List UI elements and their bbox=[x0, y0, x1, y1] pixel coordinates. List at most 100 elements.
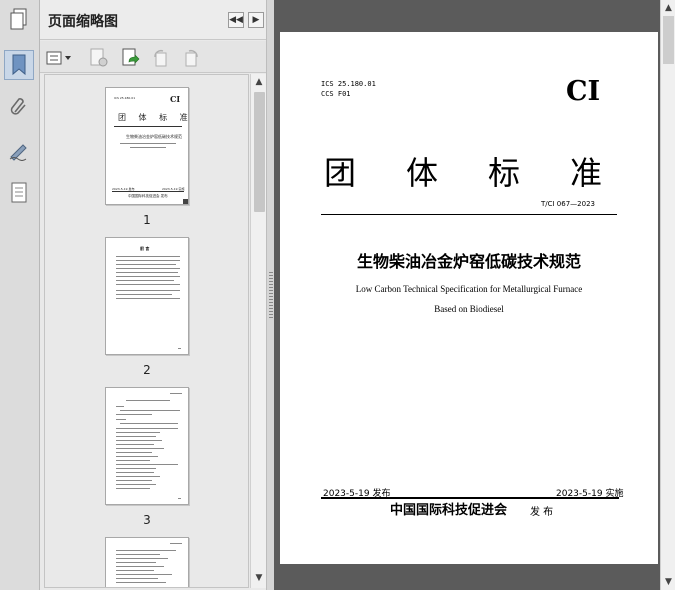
thumb3-line bbox=[116, 468, 156, 469]
issue-word: 发 布 bbox=[530, 507, 554, 518]
thumb3-line bbox=[116, 436, 156, 437]
page-number-label: 3 bbox=[143, 513, 151, 527]
thumb3-line bbox=[126, 400, 170, 401]
document-view: ICS 25.180.01 CCS F01 CI 团体标准 T/CI 067—2… bbox=[274, 0, 660, 590]
options-menu-button[interactable] bbox=[46, 47, 74, 69]
thumb3-line bbox=[116, 444, 154, 445]
delete-page-button[interactable] bbox=[88, 47, 110, 69]
thumb3-line bbox=[116, 476, 160, 477]
thumbnail-toolbar bbox=[40, 41, 271, 73]
standard-title-en-line1: Low Carbon Technical Specification for M… bbox=[355, 284, 583, 294]
thumb3-line bbox=[116, 488, 150, 489]
standard-title-cn: 生物柴油冶金炉窑低碳技术规范 bbox=[356, 252, 581, 271]
thumb2-line bbox=[116, 260, 180, 261]
thumb3-line bbox=[116, 432, 160, 433]
signature-pen-icon[interactable] bbox=[4, 136, 34, 166]
thumbnail-scrollbar[interactable]: ▲ ▼ bbox=[250, 74, 266, 588]
thumb1-title: 团 体 标 准 bbox=[118, 113, 189, 122]
ci-logo: CI bbox=[566, 76, 601, 107]
header-rule bbox=[321, 214, 617, 215]
standard-title-en-line2: Based on Biodiesel bbox=[434, 304, 504, 314]
thumb4-line bbox=[116, 574, 172, 575]
splitter-grip-icon[interactable] bbox=[269, 272, 273, 320]
rotate-left-icon bbox=[154, 49, 167, 67]
thumb2-line bbox=[116, 256, 180, 257]
options-list-icon bbox=[46, 51, 71, 65]
delete-page-icon bbox=[90, 48, 108, 67]
panel-splitter[interactable] bbox=[266, 0, 274, 590]
page-thumbnail-2[interactable]: 前 言 bbox=[105, 237, 189, 355]
thumb1-line bbox=[130, 147, 166, 148]
thumb3-line bbox=[116, 472, 154, 473]
thumb4-line bbox=[116, 562, 156, 563]
page-thumbnails-panel: 页面缩略图 ◀◀ ▶ ICS 25.180.01 CI 团 体 标 准 生物柴油… bbox=[40, 0, 271, 590]
attachment-paperclip-icon[interactable] bbox=[4, 92, 34, 122]
thumb3-line bbox=[116, 440, 162, 441]
document-page: ICS 25.180.01 CCS F01 CI 团体标准 T/CI 067—2… bbox=[280, 32, 658, 564]
insert-page-button[interactable] bbox=[120, 47, 142, 69]
thumb3-line bbox=[116, 460, 150, 461]
scrollbar-thumb[interactable] bbox=[254, 92, 265, 212]
thumb2-line bbox=[116, 280, 174, 281]
double-chevron-left-icon: ◀◀ bbox=[229, 15, 243, 25]
thumbnail-list: ICS 25.180.01 CI 团 体 标 准 生物柴油冶金炉窑低碳技术规范 … bbox=[44, 74, 249, 588]
rotate-left-button[interactable] bbox=[150, 47, 172, 69]
pages-panel-icon[interactable] bbox=[4, 4, 34, 34]
thumb4-line bbox=[116, 550, 176, 551]
thumb3-line bbox=[120, 423, 178, 424]
thumb3-line bbox=[116, 480, 152, 481]
doc-scroll-down-arrow-icon[interactable]: ▼ bbox=[661, 574, 675, 590]
thumb3-line bbox=[120, 410, 180, 411]
thumb4-line bbox=[116, 578, 158, 579]
thumb1-rule bbox=[114, 126, 182, 127]
thumb4-line bbox=[116, 558, 168, 559]
page-number-label: 1 bbox=[143, 213, 151, 227]
page-thumbnail-1[interactable]: ICS 25.180.01 CI 团 体 标 准 生物柴油冶金炉窑低碳技术规范 … bbox=[105, 87, 189, 205]
thumb3-line bbox=[116, 464, 178, 465]
document-type-title: 团体标准 bbox=[324, 154, 653, 192]
document-scrollbar[interactable]: ▲ ▼ bbox=[660, 0, 675, 590]
scroll-up-arrow-icon[interactable]: ▲ bbox=[251, 74, 267, 90]
standard-number: T/CI 067—2023 bbox=[541, 200, 595, 208]
thumb1-rule bbox=[112, 191, 184, 192]
navigation-rail bbox=[0, 0, 40, 590]
thumb1-subtitle: 生物柴油冶金炉窑低碳技术规范 bbox=[126, 134, 182, 139]
thumb3-line bbox=[116, 406, 124, 407]
scroll-down-arrow-icon[interactable]: ▼ bbox=[251, 570, 267, 586]
thumb3-line bbox=[170, 393, 182, 394]
thumb4-line bbox=[116, 554, 160, 555]
panel-title: 页面缩略图 bbox=[48, 14, 118, 30]
page-thumbnail-3[interactable] bbox=[105, 387, 189, 505]
thumb2-line bbox=[116, 276, 180, 277]
next-panel-button[interactable]: ▶ bbox=[248, 12, 264, 28]
page-content-icon[interactable] bbox=[4, 178, 34, 208]
thumb3-line bbox=[116, 428, 178, 429]
thumb1-ics: ICS 25.180.01 bbox=[114, 96, 136, 100]
page-thumbnail-4[interactable] bbox=[105, 537, 189, 587]
collapse-panel-button[interactable]: ◀◀ bbox=[228, 12, 244, 28]
page-number-label: 2 bbox=[143, 363, 151, 377]
thumb3-line bbox=[116, 448, 164, 449]
thumb2-line bbox=[116, 284, 180, 285]
thumb1-line bbox=[120, 143, 176, 144]
thumb3-page-mark bbox=[178, 498, 181, 499]
thumb1-logo: CI bbox=[170, 94, 181, 104]
thumb3-line bbox=[116, 484, 156, 485]
chevron-right-icon: ▶ bbox=[252, 15, 260, 25]
thumb4-line bbox=[116, 582, 166, 583]
doc-scroll-up-arrow-icon[interactable]: ▲ bbox=[661, 0, 675, 16]
thumb3-line bbox=[116, 419, 126, 420]
thumb3-line bbox=[116, 414, 152, 415]
thumb2-page-mark bbox=[178, 348, 181, 349]
thumb4-line bbox=[170, 543, 182, 544]
panel-header: 页面缩略图 ◀◀ ▶ bbox=[40, 0, 271, 40]
issuing-organization: 中国国际科技促进会 bbox=[390, 503, 508, 518]
rotate-right-button[interactable] bbox=[180, 47, 202, 69]
bookmark-icon[interactable] bbox=[4, 50, 34, 80]
thumb4-line bbox=[116, 570, 154, 571]
thumb2-line bbox=[116, 290, 180, 291]
thumb1-issuer: 中国国际科技促进会 发布 bbox=[128, 194, 168, 198]
thumb2-line bbox=[116, 298, 180, 299]
document-scrollbar-thumb[interactable] bbox=[663, 16, 674, 64]
thumb2-line bbox=[116, 268, 180, 269]
